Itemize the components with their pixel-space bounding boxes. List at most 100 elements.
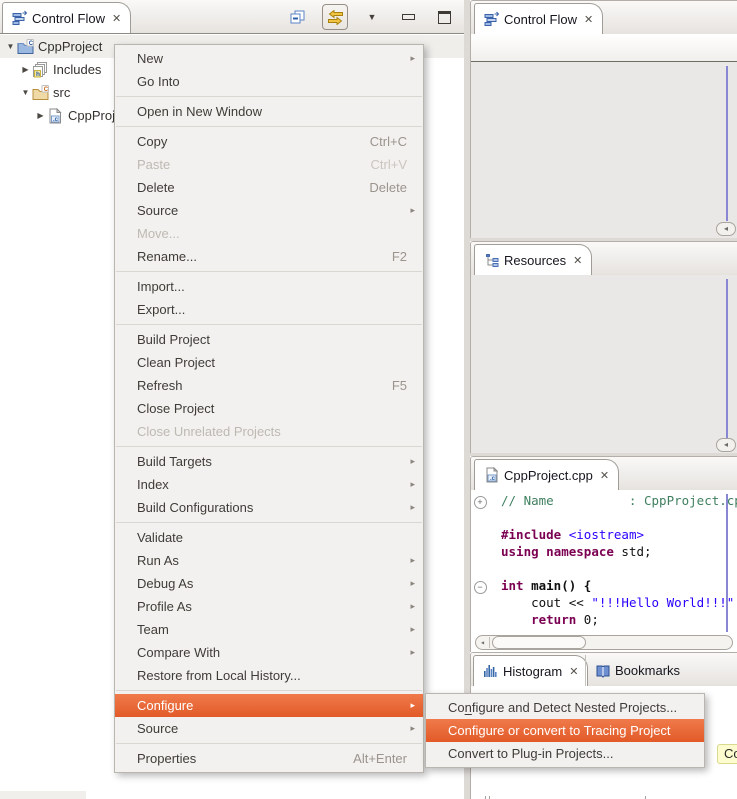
menu-item-go-into[interactable]: Go Into (115, 70, 423, 93)
cpp-project-folder-icon: C (17, 39, 34, 55)
horizontal-scroll-button[interactable]: ◂ (716, 222, 736, 236)
control-flow-canvas[interactable]: ◂ (471, 62, 737, 238)
code-line: #include <iostream> (471, 527, 737, 544)
menu-item-import[interactable]: Import... (115, 275, 423, 298)
menu-item-label: Compare With (137, 645, 220, 660)
menu-item-refresh[interactable]: RefreshF5 (115, 374, 423, 397)
fold-expanded-icon[interactable]: − (471, 578, 489, 595)
fold-margin (471, 612, 489, 629)
code-line: return 0; (471, 612, 737, 629)
collapse-all-button[interactable] (286, 5, 310, 29)
menu-item-configure[interactable]: Configure▸ (115, 694, 423, 717)
menu-item-delete[interactable]: DeleteDelete (115, 176, 423, 199)
horizontal-scroll-button[interactable]: ◂ (716, 438, 736, 452)
link-with-editor-button[interactable] (322, 4, 348, 30)
collapse-all-icon (289, 9, 307, 25)
tooltip: Co (717, 744, 737, 764)
tab-bookmarks[interactable]: Bookmarks (585, 655, 694, 686)
collapse-arrow-icon[interactable]: ▼ (19, 88, 32, 97)
menu-item-profile-as[interactable]: Profile As▸ (115, 595, 423, 618)
submenu-arrow-icon: ▸ (410, 549, 415, 572)
menu-item-configure-and-detect-nested-projects[interactable]: Configure and Detect Nested Projects... (426, 696, 704, 719)
collapse-arrow-icon[interactable]: ▼ (4, 42, 17, 51)
menu-item-label: Configure or convert to Tracing Project (448, 723, 671, 738)
resources-canvas[interactable]: ◂ (471, 275, 737, 453)
right-cf-tabbar: Control Flow ✕ (471, 1, 737, 35)
maximize-button[interactable] (432, 5, 456, 29)
code-text: // Name : CppProject.cpp (489, 493, 737, 510)
tab-resources[interactable]: Resources ✕ (474, 244, 592, 275)
submenu-arrow-icon: ▸ (410, 572, 415, 595)
menu-item-source[interactable]: Source▸ (115, 199, 423, 222)
close-icon[interactable]: ✕ (573, 254, 582, 267)
project-context-menu: New▸Go IntoOpen in New WindowCopyCtrl+CP… (114, 44, 424, 773)
menu-item-label: Debug As (137, 576, 193, 591)
expand-arrow-icon[interactable]: ▶ (34, 111, 47, 120)
menu-item-convert-to-plug-in-projects[interactable]: Convert to Plug-in Projects... (426, 742, 704, 765)
fold-collapsed-icon[interactable]: + (471, 493, 489, 510)
view-menu-icon: ▼ (368, 12, 377, 22)
menu-item-label: New (137, 51, 163, 66)
submenu-arrow-icon: ▸ (410, 595, 415, 618)
close-icon[interactable]: ✕ (569, 665, 578, 678)
menu-item-clean-project[interactable]: Clean Project (115, 351, 423, 374)
menu-item-build-project[interactable]: Build Project (115, 328, 423, 351)
vertical-scrollbar[interactable] (726, 279, 728, 438)
code-editor[interactable]: +// Name : CppProject.cpp #include <iostr… (471, 490, 737, 652)
menu-item-open-in-new-window[interactable]: Open in New Window (115, 100, 423, 123)
menu-item-label: Paste (137, 157, 170, 172)
menu-item-copy[interactable]: Copy Ctrl+C (115, 130, 423, 153)
menu-item-label: Refresh (137, 378, 183, 393)
close-icon[interactable]: ✕ (112, 12, 121, 25)
menu-item-properties[interactable]: Properties Alt+Enter (115, 747, 423, 770)
menu-item-debug-as[interactable]: Debug As ▸ (115, 572, 423, 595)
close-icon[interactable]: ✕ (584, 13, 593, 26)
minimize-button[interactable] (396, 5, 420, 29)
menu-item-new[interactable]: New ▸ (115, 47, 423, 70)
menu-item-rename[interactable]: Rename...F2 (115, 245, 423, 268)
menu-item-close-project[interactable]: Close Project (115, 397, 423, 420)
menu-item-label: Open in New Window (137, 104, 262, 119)
maximize-icon (438, 11, 451, 24)
menu-item-compare-with[interactable]: Compare With▸ (115, 641, 423, 664)
menu-item-source[interactable]: Source▸ (115, 717, 423, 740)
menu-item-index[interactable]: Index▸ (115, 473, 423, 496)
menu-item-build-configurations[interactable]: Build Configurations▸ (115, 496, 423, 519)
horizontal-scrollbar[interactable]: ◂ (475, 635, 733, 650)
menu-item-shortcut: Ctrl+C (370, 130, 407, 153)
menu-separator (116, 690, 422, 691)
vertical-scrollbar[interactable] (726, 66, 728, 221)
menu-item-label: Copy (137, 134, 167, 149)
menu-item-shortcut: F2 (392, 245, 407, 268)
menu-item-build-targets[interactable]: Build Targets▸ (115, 450, 423, 473)
vertical-scrollbar[interactable] (726, 494, 728, 632)
tree-item-label: CppProject (38, 39, 102, 54)
tab-histogram[interactable]: Histogram ✕ (473, 655, 588, 686)
view-menu-button[interactable]: ▼ (360, 5, 384, 29)
menu-item-label: Source (137, 721, 178, 736)
menu-item-shortcut: Alt+Enter (353, 747, 407, 770)
svg-text:C: C (44, 87, 49, 93)
menu-separator (116, 271, 422, 272)
submenu-arrow-icon: ▸ (410, 47, 415, 70)
menu-item-label: Properties (137, 751, 196, 766)
menu-item-validate[interactable]: Validate (115, 526, 423, 549)
tab-control-flow-right[interactable]: Control Flow ✕ (474, 3, 603, 34)
fold-margin (471, 561, 489, 578)
menu-item-export[interactable]: Export... (115, 298, 423, 321)
close-icon[interactable]: ✕ (600, 469, 609, 482)
menu-item-label: Configure (137, 698, 193, 713)
menu-item-restore-from-local-history[interactable]: Restore from Local History... (115, 664, 423, 687)
menu-item-team[interactable]: Team▸ (115, 618, 423, 641)
menu-item-configure-or-convert-to-tracing-project[interactable]: Configure or convert to Tracing Project (426, 719, 704, 742)
expand-arrow-icon[interactable]: ▶ (19, 65, 32, 74)
code-line: −int main() { (471, 578, 737, 595)
tab-cppproject-cpp[interactable]: .c CppProject.cpp ✕ (474, 459, 619, 490)
fold-margin (471, 544, 489, 561)
scrollbar-thumb[interactable] (492, 636, 586, 649)
menu-item-run-as[interactable]: Run As▸ (115, 549, 423, 572)
tab-control-flow-left[interactable]: Control Flow ✕ (2, 2, 131, 33)
scroll-left-button[interactable]: ◂ (476, 637, 490, 648)
control-flow-icon (12, 10, 28, 26)
menu-item-label: Clean Project (137, 355, 215, 370)
